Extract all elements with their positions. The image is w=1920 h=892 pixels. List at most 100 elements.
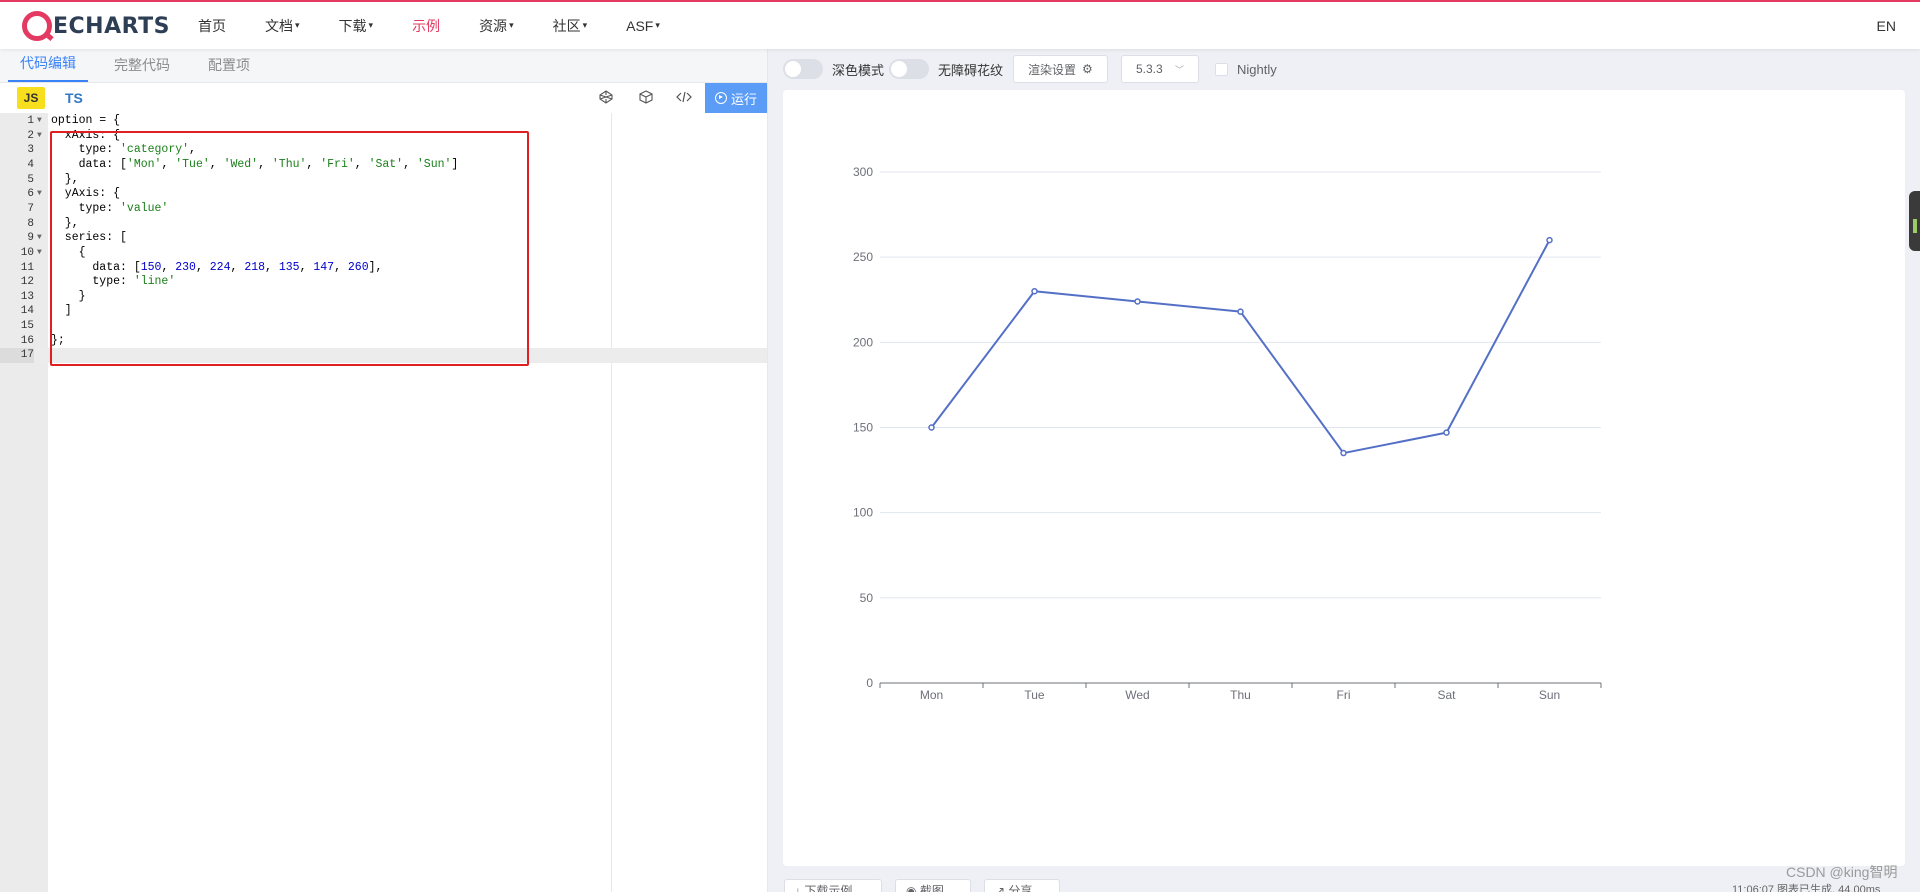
nightly-checkbox[interactable] [1215, 62, 1228, 76]
run-button-label: 运行 [730, 91, 757, 107]
nav-item-6[interactable]: ASF ▾ [626, 18, 660, 34]
logo-text: ECHARTS [53, 13, 170, 39]
line-number: 10 [20, 246, 34, 259]
fold-arrow-icon[interactable]: ▼ [37, 129, 42, 144]
y-tick-label: 50 [860, 591, 874, 605]
editor-tab-1[interactable]: 完整代码 [102, 55, 182, 82]
caret-down-icon: ▾ [509, 20, 514, 30]
editor-tab-2[interactable]: 配置项 [196, 55, 262, 82]
top-navbar: ECHARTS 首页 文档 ▾ 下载 ▾ 示例 资源 ▾ 社区 ▾ ASF ▾ EN [0, 0, 1920, 49]
x-tick-label: Wed [1125, 688, 1149, 702]
line-number: 9 [27, 232, 34, 245]
data-point [1134, 298, 1141, 305]
x-tick-label: Mon [920, 688, 943, 702]
line-number: 4 [27, 158, 34, 171]
download-example-button[interactable]: ↓ 下载示例 [784, 879, 882, 892]
share-button[interactable]: ↗ 分享 [984, 879, 1060, 892]
accessibility-toggle[interactable] [889, 59, 929, 79]
dark-mode-toggle[interactable] [783, 59, 823, 79]
dark-mode-control: 深色模式 [783, 49, 884, 89]
ts-language-button[interactable]: TS [65, 90, 83, 106]
accessibility-control: 无障碍花纹 [889, 49, 1003, 89]
nav-item-label: ASF [626, 17, 654, 34]
language-switch[interactable]: EN [1877, 18, 1896, 34]
nav-item-label: 示例 [412, 17, 441, 34]
share-icon: ↗ [995, 884, 1006, 892]
line-number: 8 [27, 217, 34, 230]
screenshot-button[interactable]: ◉ 截图 [895, 879, 971, 892]
echarts-logo[interactable]: ECHARTS [22, 10, 170, 42]
main-nav: 首页 文档 ▾ 下载 ▾ 示例 资源 ▾ 社区 ▾ ASF ▾ [198, 2, 699, 49]
nav-item-3[interactable]: 示例 [412, 16, 440, 36]
render-status-text: 11:06:07 图表已生成, 44.00ms [1732, 884, 1881, 892]
download-example-label: 下载示例 [804, 884, 853, 892]
line-number: 14 [20, 305, 34, 318]
version-select[interactable]: 5.3.3 ﹀ [1121, 55, 1199, 83]
preview-panel: 深色模式 无障碍花纹 渲染设置 ⚙ 5.3.3 ﹀ Nightly 0 50 100… [768, 49, 1920, 892]
js-language-button[interactable]: JS [17, 87, 45, 109]
caret-down-icon: ▾ [295, 20, 300, 30]
data-point [928, 424, 935, 431]
nightly-label: Nightly [1237, 61, 1277, 77]
fold-arrow-icon[interactable]: ▼ [37, 246, 42, 261]
data-point [1443, 429, 1450, 436]
data-point [1237, 308, 1244, 315]
dark-mode-label: 深色模式 [832, 62, 885, 78]
line-number: 6 [27, 188, 34, 201]
x-tick-label: Sat [1437, 688, 1456, 702]
nav-item-label: 下载 [338, 17, 367, 34]
download-icon: ↓ [795, 884, 801, 892]
csdn-watermark: CSDN @king智明 [1786, 864, 1898, 880]
line-number: 13 [20, 290, 34, 303]
x-tick-label: Thu [1230, 688, 1251, 702]
side-drawer-handle[interactable] [1909, 191, 1920, 251]
codepen-icon[interactable] [598, 90, 614, 106]
fold-arrow-icon[interactable]: ▼ [37, 231, 42, 246]
editor-tab-0[interactable]: 代码编辑 [8, 53, 88, 82]
nav-item-1[interactable]: 文档 ▾ [265, 16, 300, 36]
render-settings-label: 渲染设置 [1028, 62, 1077, 77]
line-number: 7 [27, 202, 34, 215]
nav-item-5[interactable]: 社区 ▾ [553, 16, 588, 36]
data-point [1340, 449, 1347, 457]
accessibility-label: 无障碍花纹 [938, 62, 1004, 78]
line-number: 17 [0, 348, 34, 364]
editor-tabs: 代码编辑 完整代码 配置项 [0, 49, 767, 83]
codesandbox-icon[interactable] [638, 90, 654, 106]
nav-item-4[interactable]: 资源 ▾ [479, 16, 514, 36]
line-number: 12 [20, 276, 34, 289]
fold-arrow-icon[interactable]: ▼ [37, 187, 42, 202]
version-value: 5.3.3 [1136, 62, 1163, 76]
y-tick-label: 0 [866, 676, 873, 690]
nav-item-2[interactable]: 下载 ▾ [339, 16, 374, 36]
x-tick-label: Sun [1539, 688, 1560, 702]
fold-arrow-icon[interactable]: ▼ [37, 114, 42, 129]
play-circle-icon [714, 92, 727, 104]
chart-container[interactable]: 0 50 100 150 200 250 300 Mon Tue Wed Thu Fri Sat Sun [783, 90, 1905, 866]
version-control: 5.3.3 ﹀ [1121, 49, 1199, 89]
caret-down-icon: ▾ [368, 20, 374, 30]
data-point [1546, 236, 1553, 244]
code-line[interactable]: 1 ▼ option = { [0, 114, 767, 129]
render-settings-control: 渲染设置 ⚙ [1013, 49, 1108, 89]
render-settings-button[interactable]: 渲染设置 ⚙ [1013, 55, 1108, 83]
code-format-icon[interactable] [676, 90, 692, 106]
share-label: 分享 [1008, 884, 1033, 892]
nav-item-0[interactable]: 首页 [198, 16, 226, 36]
line-number: 1 [27, 115, 34, 127]
nav-item-label: 文档 [265, 17, 293, 34]
echarts-logo-icon [22, 11, 52, 41]
x-tick-label: Tue [1024, 688, 1045, 702]
gear-icon: ⚙ [1082, 62, 1093, 76]
run-button[interactable]: 运行 [705, 83, 767, 113]
camera-icon: ◉ [906, 884, 917, 892]
highlight-annotation-box [50, 131, 529, 366]
line-number: 5 [27, 173, 34, 186]
y-tick-label: 150 [853, 421, 873, 435]
caret-down-icon: ▾ [655, 20, 660, 30]
line-number: 11 [20, 261, 34, 274]
nav-item-label: 社区 [552, 17, 581, 34]
y-tick-label: 100 [853, 506, 873, 520]
code-text: option = { [51, 114, 121, 127]
line-number: 2 [27, 129, 34, 142]
